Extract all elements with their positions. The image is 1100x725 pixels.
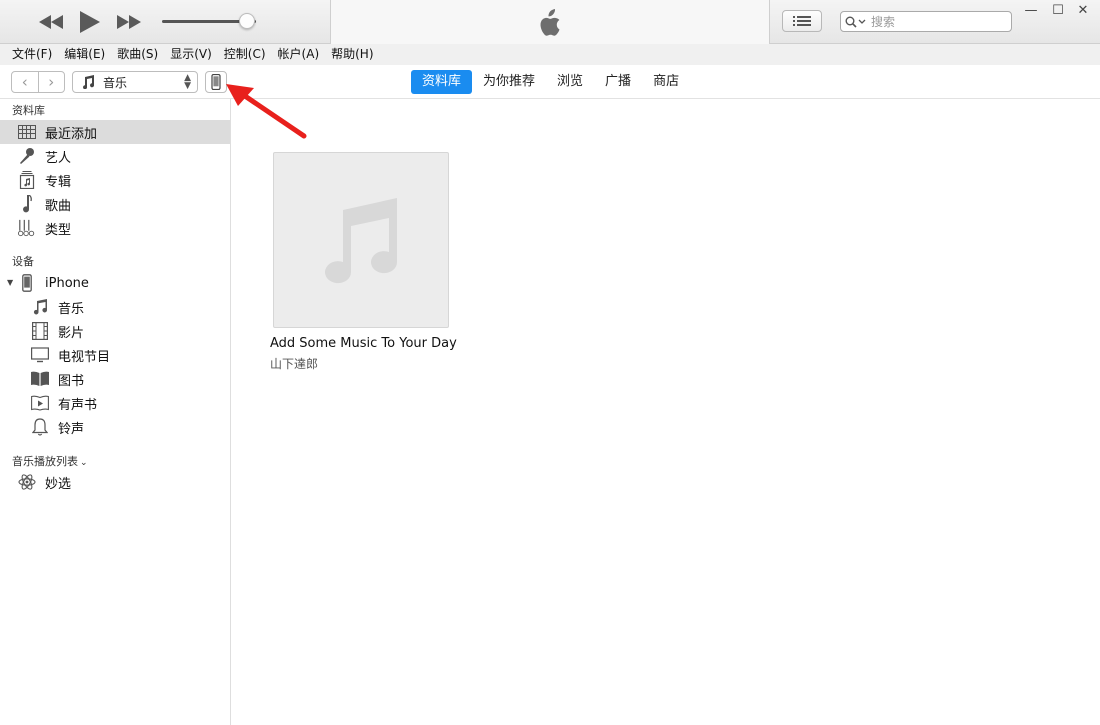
- annotation-arrow-icon: [226, 84, 307, 139]
- sidebar-item-device-books[interactable]: 图书: [0, 367, 230, 391]
- sidebar: 资料库 最近添加 艺人 专辑 歌曲 类型 设备 ▼ iPhone 音乐 影片 电…: [0, 99, 231, 725]
- disclosure-triangle-icon[interactable]: ▼: [7, 278, 13, 287]
- sidebar-item-recently-added[interactable]: 最近添加: [0, 120, 230, 144]
- maximize-button[interactable]: ☐: [1047, 2, 1069, 18]
- library-section-header: 资料库: [12, 104, 45, 117]
- forward-button[interactable]: ›: [39, 72, 65, 92]
- menu-bar: 文件(F) 编辑(E) 歌曲(S) 显示(V) 控制(C) 帐户(A) 帮助(H…: [0, 44, 1100, 65]
- tab-radio[interactable]: 广播: [594, 70, 642, 94]
- toolbar: ‹ › 音乐 ▲ ▼ 资料库 为你推荐 浏览 广播 商店: [0, 65, 1100, 99]
- back-button[interactable]: ‹: [12, 72, 39, 92]
- navigation-buttons: ‹ ›: [11, 71, 65, 93]
- playlists-header-label: 音乐播放列表: [12, 455, 78, 468]
- rewind-icon: [39, 15, 63, 29]
- tab-for-you[interactable]: 为你推荐: [472, 70, 546, 94]
- atom-icon: [18, 473, 36, 491]
- chevron-updown-icon: ▲ ▼: [184, 73, 191, 91]
- list-icon: [793, 16, 811, 26]
- sidebar-item-genius[interactable]: 妙选: [0, 470, 230, 494]
- search-input[interactable]: [871, 14, 1001, 29]
- menu-song[interactable]: 歌曲(S): [111, 44, 164, 65]
- player-controls: [0, 0, 330, 44]
- sidebar-item-label: 艺人: [45, 150, 72, 166]
- title-bar: — ☐ ✕: [0, 0, 1100, 44]
- menu-controls[interactable]: 控制(C): [218, 44, 272, 65]
- music-note-icon: [18, 195, 36, 213]
- sidebar-item-device-music[interactable]: 音乐: [0, 295, 230, 319]
- sidebar-item-label: 歌曲: [45, 198, 72, 214]
- play-button[interactable]: [78, 10, 102, 34]
- play-icon: [80, 11, 100, 33]
- sidebar-item-label: 最近添加: [45, 126, 98, 142]
- tab-browse[interactable]: 浏览: [546, 70, 594, 94]
- bell-icon: [31, 418, 49, 436]
- sidebar-item-genres[interactable]: 类型: [0, 216, 230, 240]
- music-note-icon: [83, 75, 95, 89]
- media-kind-label: 音乐: [103, 75, 128, 90]
- menu-account[interactable]: 帐户(A): [272, 44, 326, 65]
- apple-logo-icon: [540, 9, 560, 36]
- sidebar-item-device-audiobooks[interactable]: 有声书: [0, 391, 230, 415]
- menu-edit[interactable]: 编辑(E): [58, 44, 111, 65]
- album-title[interactable]: Add Some Music To Your Day: [270, 336, 457, 351]
- sidebar-item-songs[interactable]: 歌曲: [0, 192, 230, 216]
- search-box[interactable]: [840, 11, 1012, 32]
- sidebar-item-label: 电视节目: [58, 349, 111, 365]
- tab-library[interactable]: 资料库: [411, 70, 473, 94]
- sidebar-item-label: 妙选: [45, 476, 72, 492]
- sidebar-item-label: 专辑: [45, 174, 72, 190]
- film-icon: [31, 322, 49, 340]
- volume-slider-knob[interactable]: [238, 13, 255, 29]
- up-next-button[interactable]: [782, 10, 822, 32]
- audiobook-icon: [31, 394, 49, 412]
- sidebar-item-device-tv-shows[interactable]: 电视节目: [0, 343, 230, 367]
- album-artist[interactable]: 山下達郎: [270, 355, 318, 372]
- sidebar-item-label: 类型: [45, 222, 72, 238]
- album-artwork[interactable]: [273, 152, 449, 328]
- menu-help[interactable]: 帮助(H): [325, 44, 379, 65]
- menu-view[interactable]: 显示(V): [164, 44, 218, 65]
- rewind-button[interactable]: [38, 10, 64, 34]
- sidebar-item-label: 影片: [58, 325, 85, 341]
- iphone-icon: [18, 274, 36, 292]
- close-button[interactable]: ✕: [1072, 2, 1094, 18]
- playlists-section-header[interactable]: 音乐播放列表 ⌄: [12, 453, 88, 469]
- sidebar-item-label: 图书: [58, 373, 85, 389]
- menu-file[interactable]: 文件(F): [6, 44, 58, 65]
- media-kind-select[interactable]: 音乐 ▲ ▼: [72, 71, 198, 93]
- status-display: [330, 0, 770, 44]
- sidebar-item-iphone[interactable]: ▼ iPhone: [0, 271, 230, 295]
- sidebar-item-albums[interactable]: 专辑: [0, 168, 230, 192]
- music-note-icon: [31, 298, 49, 316]
- book-icon: [31, 370, 49, 388]
- grid-icon: [18, 123, 36, 141]
- tv-icon: [31, 346, 49, 364]
- sidebar-item-label: 有声书: [58, 397, 98, 413]
- sidebar-item-device-movies[interactable]: 影片: [0, 319, 230, 343]
- album-icon: [18, 171, 36, 189]
- sidebar-item-device-ringtones[interactable]: 铃声: [0, 415, 230, 439]
- devices-section-header: 设备: [12, 255, 34, 268]
- main-content: Add Some Music To Your Day 山下達郎: [232, 99, 1100, 725]
- sidebar-item-artists[interactable]: 艺人: [0, 144, 230, 168]
- tab-store[interactable]: 商店: [642, 70, 690, 94]
- library-tabs: 资料库 为你推荐 浏览 广播 商店: [411, 70, 690, 94]
- sidebar-item-label: 铃声: [58, 421, 85, 437]
- sidebar-item-label: 音乐: [58, 301, 85, 317]
- search-icon: [845, 16, 866, 28]
- genre-icon: [18, 219, 36, 237]
- minimize-button[interactable]: —: [1020, 2, 1042, 18]
- fast-forward-button[interactable]: [116, 10, 142, 34]
- music-note-placeholder-icon: [325, 198, 398, 284]
- fast-forward-icon: [117, 15, 141, 29]
- sidebar-item-label: iPhone: [45, 275, 89, 291]
- chevron-down-icon: ⌄: [80, 458, 88, 468]
- microphone-icon: [18, 147, 36, 165]
